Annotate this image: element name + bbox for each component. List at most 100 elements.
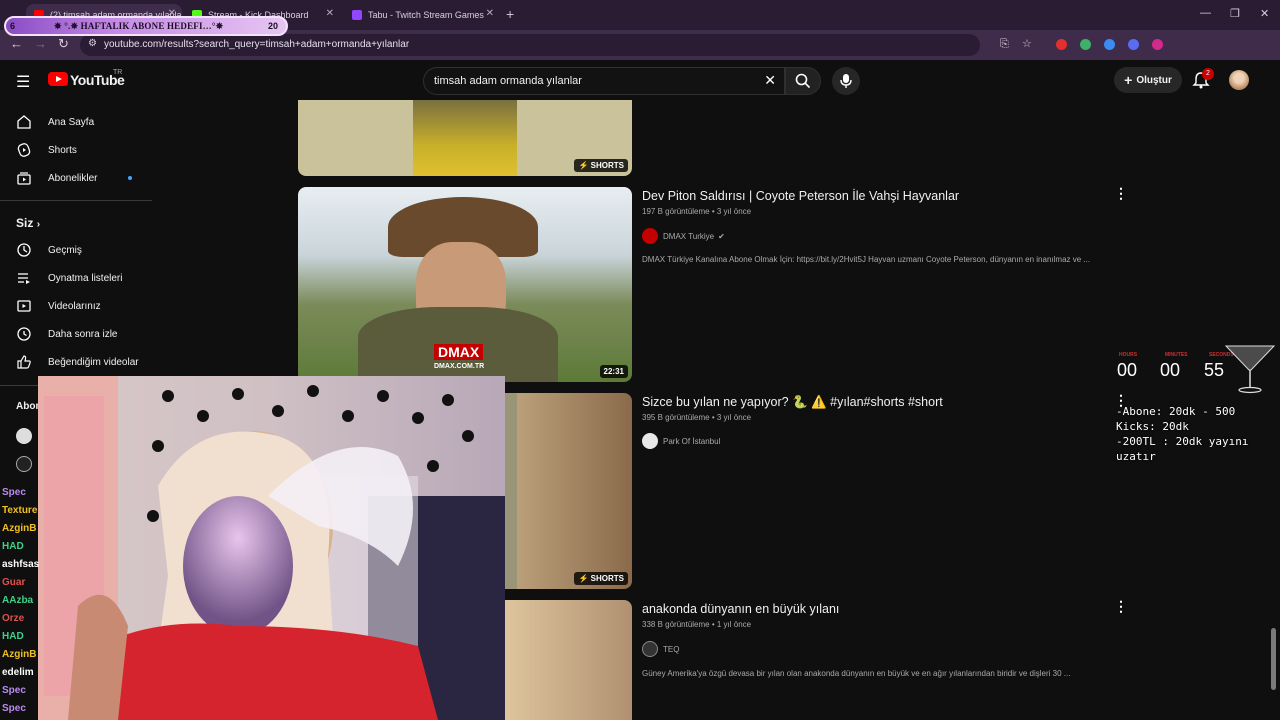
weekly-sub-goal-banner: 6 ✵ °.✵ HAFTALIK ABONE HEDEFI…°✵ 20 <box>4 16 288 36</box>
webcam-overlay <box>38 376 505 720</box>
install-icon[interactable]: ⎘ <box>1000 38 1009 51</box>
chat-message: Guar <box>2 577 26 588</box>
new-tab-icon[interactable]: + <box>506 6 514 22</box>
minimize-icon[interactable]: — <box>1200 7 1211 19</box>
search-button[interactable] <box>785 67 821 95</box>
chat-message: AzginB <box>2 523 37 534</box>
subscriptions-icon <box>17 172 31 185</box>
rule-line: -Abone: 20dk - 500 Kicks: 20dk <box>1116 405 1236 433</box>
rule-line: -200TL : 20dk yayını uzatır <box>1116 435 1249 463</box>
dmax-watermark: DMAX <box>434 344 484 360</box>
cocktail-glass-icon <box>1224 345 1276 394</box>
sidebar-item-playlists[interactable]: Oynatma listeleri <box>0 264 152 292</box>
bookmark-star-icon[interactable]: ☆ <box>1022 37 1032 50</box>
close-tab-icon[interactable]: ✕ <box>326 8 334 19</box>
twitch-favicon-icon <box>352 10 362 20</box>
dmax-url-watermark: DMAX.COM.TR <box>434 363 485 370</box>
create-label: Oluştur <box>1136 74 1172 86</box>
shorts-badge: ⚡ SHORTS <box>574 572 628 585</box>
site-info-icon[interactable]: ⚙ <box>88 38 97 49</box>
channel-link[interactable]: Park Of İstanbul <box>642 433 720 449</box>
stream-chat-overlay: Spec Texture AzginB HAD ashfsas Guar AAzba Orze… <box>0 484 40 720</box>
extension-icon[interactable] <box>1080 39 1091 50</box>
sidebar-item-liked-videos[interactable]: Beğendiğim videolar <box>0 348 152 376</box>
home-icon <box>17 115 31 129</box>
chat-message: HAD <box>2 631 24 642</box>
menu-hamburger-icon[interactable]: ☰ <box>16 72 30 92</box>
extension-icon[interactable] <box>1104 39 1115 50</box>
watch-later-icon <box>17 327 31 341</box>
create-button[interactable]: + Oluştur <box>1114 67 1182 93</box>
sidebar-item-label: Oynatma listeleri <box>48 272 123 284</box>
youtube-logo-icon[interactable] <box>48 72 68 86</box>
minutes-value: 00 <box>1160 360 1181 380</box>
donation-rules: -Abone: 20dk - 500 Kicks: 20dk -200TL : … <box>1116 404 1280 464</box>
tab-twitch-games[interactable]: Tabu - Twitch Stream Games ✕ <box>344 4 500 26</box>
extension-icon[interactable] <box>1056 39 1067 50</box>
channel-avatar[interactable] <box>16 428 32 444</box>
forward-icon[interactable]: → <box>34 36 47 51</box>
reload-icon[interactable]: ↻ <box>58 36 69 52</box>
video-thumbnail[interactable]: ⚡ SHORTS <box>298 100 632 176</box>
sidebar-item-label: Abonelikler <box>48 172 98 184</box>
minutes-label: MINUTES <box>1165 352 1188 358</box>
sidebar-item-watch-later[interactable]: Daha sonra izle <box>0 320 152 348</box>
badge-label: SHORTS <box>590 161 624 170</box>
search-input[interactable]: timsah adam ormanda yılanlar ✕ <box>423 67 785 95</box>
video-description: Güney Amerika'ya özgü devasa bir yılan o… <box>642 669 1071 678</box>
close-tab-icon[interactable]: ✕ <box>486 8 494 19</box>
playlists-icon <box>18 273 30 284</box>
sidebar-item-history[interactable]: Geçmiş <box>0 236 152 264</box>
new-content-dot <box>128 176 132 180</box>
plus-icon: + <box>1124 72 1133 88</box>
more-actions-icon[interactable]: ⋮ <box>1114 185 1128 202</box>
video-title[interactable]: anakonda dünyanın en büyük yılanı <box>642 602 839 616</box>
voice-search-button[interactable] <box>832 67 860 95</box>
channel-avatar <box>642 228 658 244</box>
chat-message: Spec <box>2 703 26 714</box>
sidebar-you-heading[interactable]: Siz › <box>16 216 40 230</box>
video-thumbnail[interactable]: DMAX DMAX.COM.TR 22:31 <box>298 187 632 382</box>
video-title[interactable]: Sizce bu yılan ne yapıyor? 🐍 ⚠️ #yılan#s… <box>642 395 943 410</box>
channel-link[interactable]: DMAX Turkiye ✔ <box>642 228 725 244</box>
shorts-thumbnail-image <box>413 100 517 176</box>
hours-value: 00 <box>1117 360 1138 380</box>
chat-message: AzginB <box>2 649 37 660</box>
sidebar-divider <box>0 200 152 201</box>
channel-avatar[interactable] <box>16 456 32 472</box>
maximize-icon[interactable]: ❐ <box>1230 7 1240 20</box>
close-window-icon[interactable]: ✕ <box>1260 7 1269 20</box>
page-scrollbar[interactable] <box>1271 628 1276 690</box>
youtube-header: ☰ YouTube TR timsah adam ormanda yılanla… <box>0 60 1280 100</box>
chat-message: edelim <box>2 667 34 678</box>
banner-left-count: 6 <box>10 21 16 31</box>
video-title[interactable]: Dev Piton Saldırısı | Coyote Peterson İl… <box>642 189 959 203</box>
countdown-timer: HOURS MINUTES SECONDS 00 00 55 <box>1116 345 1280 394</box>
seconds-value: 55 <box>1204 360 1225 380</box>
channel-name: Park Of İstanbul <box>663 436 721 446</box>
search-query: timsah adam ormanda yılanlar <box>434 75 582 87</box>
sidebar-item-label: Geçmiş <box>48 244 82 256</box>
history-icon <box>17 243 31 257</box>
extension-icon[interactable] <box>1128 39 1139 50</box>
url-bar[interactable]: ⚙ youtube.com/results?search_query=timsa… <box>80 34 1032 56</box>
shorts-icon <box>17 143 31 157</box>
tab-label: Tabu - Twitch Stream Games <box>368 10 484 20</box>
channel-name: TEQ <box>663 644 680 654</box>
hours-label: HOURS <box>1119 352 1138 358</box>
video-meta: 395 B görüntüleme • 3 yıl önce <box>642 413 752 422</box>
sidebar-item-your-videos[interactable]: Videolarınız <box>0 292 152 320</box>
sidebar-item-shorts[interactable]: Shorts <box>0 136 152 164</box>
channel-avatar <box>642 641 658 657</box>
you-heading-label: Siz <box>16 216 34 230</box>
channel-link[interactable]: TEQ <box>642 641 679 657</box>
more-actions-icon[interactable]: ⋮ <box>1114 598 1128 615</box>
chat-message: ashfsas <box>2 559 40 570</box>
chat-message: Orze <box>2 613 25 624</box>
sidebar-item-home[interactable]: Ana Sayfa <box>0 108 152 136</box>
extension-icon[interactable] <box>1152 39 1163 50</box>
chevron-right-icon: › <box>36 219 41 230</box>
back-icon[interactable]: ← <box>10 36 23 51</box>
account-avatar[interactable] <box>1229 70 1249 90</box>
clear-search-icon[interactable]: ✕ <box>764 72 776 89</box>
